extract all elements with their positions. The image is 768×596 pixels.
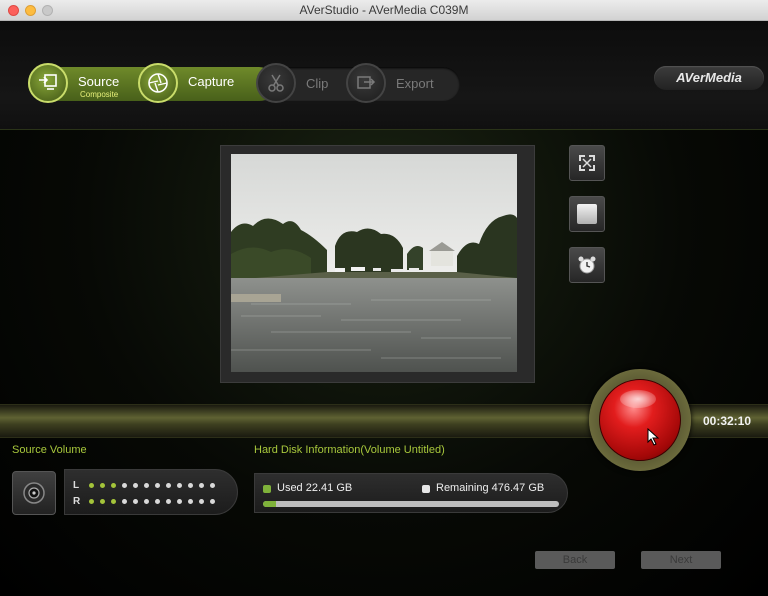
remaining-legend-swatch xyxy=(422,485,430,493)
disk-info-title: Hard Disk Information(Volume Untitled) xyxy=(254,444,445,456)
meter-right-channel: R xyxy=(73,495,221,507)
disk-usage-bar xyxy=(263,501,559,507)
schedule-timer-button[interactable] xyxy=(569,247,605,283)
level-dot xyxy=(155,482,160,488)
level-dot xyxy=(133,498,138,504)
export-icon xyxy=(346,63,386,103)
disk-usage-fill xyxy=(263,501,277,507)
record-button-ring xyxy=(589,369,691,471)
disk-remaining: Remaining 476.47 GB xyxy=(436,482,545,494)
elapsed-time: 00:32:10 xyxy=(702,414,752,428)
level-dot xyxy=(188,482,193,488)
right-channel-label: R xyxy=(73,495,81,507)
scissors-icon xyxy=(256,63,296,103)
step-export[interactable]: Export xyxy=(346,63,456,105)
level-dot xyxy=(166,482,171,488)
fullscreen-button[interactable] xyxy=(569,145,605,181)
level-dot xyxy=(144,482,149,488)
level-dot xyxy=(155,498,160,504)
mute-button[interactable] xyxy=(12,471,56,515)
source-volume-title: Source Volume xyxy=(12,444,87,456)
stop-icon xyxy=(577,204,597,224)
right-level-dots xyxy=(89,498,221,504)
video-frame-image xyxy=(231,154,517,372)
step-source-sublabel: Composite xyxy=(80,90,119,99)
disk-used: Used 22.41 GB xyxy=(277,482,353,494)
level-dot xyxy=(188,498,193,504)
step-capture[interactable]: Capture xyxy=(138,63,258,105)
next-button[interactable]: Next xyxy=(641,551,721,569)
level-dot xyxy=(111,498,116,504)
level-dot xyxy=(177,498,182,504)
level-dot xyxy=(199,498,204,504)
stop-button[interactable] xyxy=(569,196,605,232)
avermedia-logo: AVerMedia xyxy=(654,66,764,90)
step-capture-label: Capture xyxy=(188,74,235,89)
level-dot xyxy=(89,482,94,488)
level-dot xyxy=(122,498,127,504)
alarm-clock-icon xyxy=(578,256,596,274)
step-source[interactable]: Source Composite xyxy=(28,63,138,105)
level-dot xyxy=(100,498,105,504)
level-dot xyxy=(89,498,94,504)
disk-info-panel: Used 22.41 GB Remaining 476.47 GB xyxy=(254,473,568,513)
speaker-icon xyxy=(23,482,45,504)
header: Source Composite Capture Clip Export AVe… xyxy=(0,21,768,130)
left-channel-label: L xyxy=(73,479,80,491)
level-dot xyxy=(177,482,182,488)
app-window: Source Composite Capture Clip Export AVe… xyxy=(0,21,768,596)
step-export-label: Export xyxy=(396,76,434,91)
left-level-dots xyxy=(89,482,221,488)
meter-left-channel: L xyxy=(73,479,221,491)
workflow-steps: Source Composite Capture Clip Export xyxy=(28,63,460,103)
level-dot xyxy=(199,482,204,488)
level-dot xyxy=(166,498,171,504)
record-button[interactable] xyxy=(599,379,681,461)
used-legend-swatch xyxy=(263,485,271,493)
level-dot xyxy=(111,482,116,488)
video-preview xyxy=(231,154,517,372)
step-clip-label: Clip xyxy=(306,76,329,91)
level-dot xyxy=(133,482,138,488)
back-button[interactable]: Back xyxy=(535,551,615,569)
source-input-icon xyxy=(28,63,68,103)
video-preview-frame xyxy=(220,145,535,383)
volume-meter: L R xyxy=(64,469,238,515)
level-dot xyxy=(100,482,105,488)
level-dot xyxy=(210,482,215,488)
record-icon xyxy=(620,390,656,408)
level-dot xyxy=(122,482,127,488)
fullscreen-icon xyxy=(579,155,595,171)
step-source-label: Source xyxy=(78,74,120,89)
window-title: AVerStudio - AVerMedia C039M xyxy=(299,3,469,17)
capture-aperture-icon xyxy=(138,63,178,103)
mouse-cursor-icon xyxy=(647,428,660,446)
step-clip[interactable]: Clip xyxy=(256,63,346,105)
level-dot xyxy=(144,498,149,504)
title-bar: AVerStudio - AVerMedia C039M xyxy=(0,0,768,21)
level-dot xyxy=(210,498,215,504)
